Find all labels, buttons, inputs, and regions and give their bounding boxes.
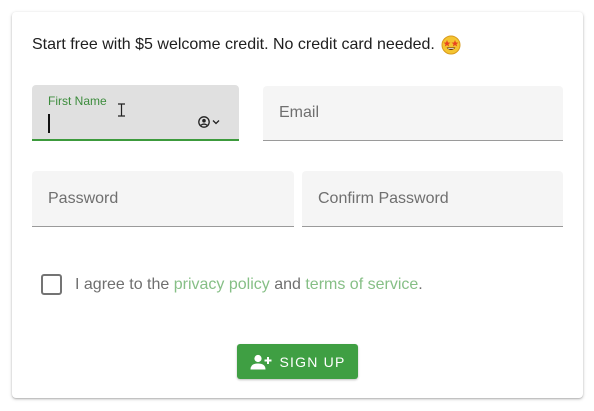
person-add-icon (250, 354, 272, 369)
agree-checkbox[interactable] (41, 274, 62, 295)
password-field[interactable]: Password (32, 171, 294, 227)
chevron-down-icon (212, 120, 220, 125)
first-name-field[interactable]: First Name (32, 85, 239, 141)
text-caret (48, 114, 50, 133)
autofill-button[interactable] (198, 116, 220, 128)
terms-of-service-link[interactable]: terms of service (305, 276, 418, 294)
agree-text-suffix: . (418, 275, 423, 293)
first-name-label: First Name (48, 94, 107, 108)
agree-row: I agree to the privacy policy and terms … (41, 274, 423, 295)
signup-card: Start free with $5 welcome credit. No cr… (12, 12, 583, 398)
confirm-password-field[interactable]: Confirm Password (302, 171, 563, 227)
star-struck-emoji-icon (441, 35, 461, 55)
agree-text-middle: and (269, 275, 306, 293)
agree-text-prefix: I agree to the (75, 275, 174, 293)
intro-text: Start free with $5 welcome credit. No cr… (32, 36, 435, 53)
sign-up-label: Sign up (279, 353, 346, 370)
intro-text-row: Start free with $5 welcome credit. No cr… (32, 35, 461, 55)
confirm-password-placeholder: Confirm Password (318, 190, 449, 207)
email-field[interactable]: Email (263, 86, 563, 141)
email-placeholder: Email (279, 104, 320, 121)
privacy-policy-link[interactable]: privacy policy (174, 276, 270, 294)
sign-up-button[interactable]: Sign up (237, 344, 358, 379)
text-cursor-icon (118, 103, 125, 122)
account-circle-icon (198, 116, 210, 128)
password-placeholder: Password (48, 190, 119, 207)
